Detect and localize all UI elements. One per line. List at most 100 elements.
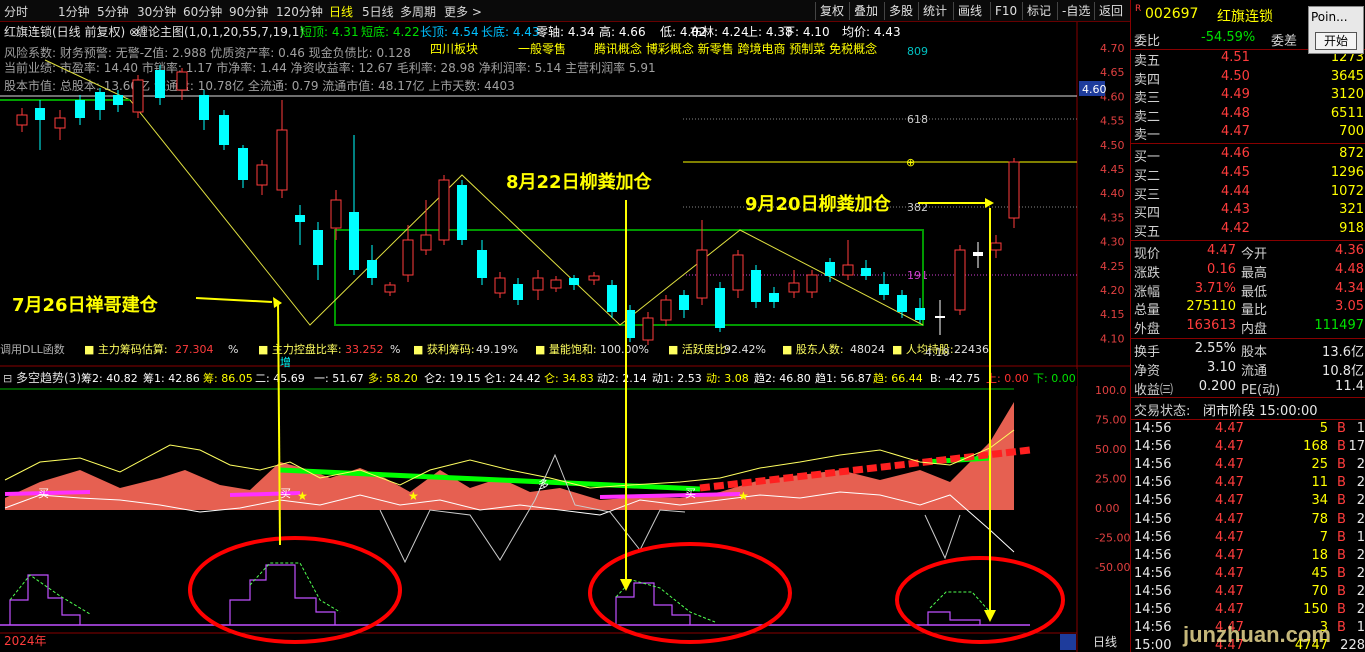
sub-tick: 50.00 bbox=[1095, 443, 1127, 456]
sub-marker-buy-3: 买 bbox=[685, 487, 696, 500]
current-price-tag-label: 4.60 bbox=[1082, 83, 1107, 96]
quote-value: 3.71% bbox=[1194, 280, 1236, 296]
top-stats: 短顶: 4.31 短底: 4.22 长顶: 4.54 长底: 4.43零轴: 4.34… bbox=[300, 24, 901, 39]
sub-value-15: B: -42.75 bbox=[930, 372, 980, 385]
tick-side: B bbox=[1337, 602, 1346, 617]
stat-label: 换手 bbox=[1134, 345, 1161, 360]
sub-value-16: 上: 0.00 bbox=[986, 372, 1029, 385]
candle-body bbox=[95, 92, 105, 110]
toolbar-button-8[interactable]: 返回 bbox=[1094, 2, 1127, 20]
period-tab-10[interactable]: 更多 > bbox=[444, 3, 482, 20]
quote-label: 内盘 bbox=[1241, 322, 1268, 338]
tick-count: 2 bbox=[1356, 493, 1365, 509]
toolbar-button-1[interactable]: 叠加 bbox=[849, 2, 882, 20]
price-tick: 4.55 bbox=[1100, 115, 1125, 128]
toolbar-button-6[interactable]: 标记 bbox=[1022, 2, 1055, 20]
scroll-button[interactable] bbox=[1060, 634, 1076, 650]
period-tab-5[interactable]: 90分钟 bbox=[229, 3, 268, 20]
tick-volume: 78 bbox=[1311, 511, 1328, 527]
sub-value-10: 动1: 2.53 bbox=[652, 372, 702, 385]
candle-body bbox=[990, 242, 1002, 251]
price-tick: 4.50 bbox=[1100, 139, 1125, 152]
chart-area[interactable]: 红旗连锁(日线 前复权) ⊗ 缠论主图(1,0,1,20,55,7,19,1) … bbox=[0, 22, 1130, 652]
tick-time: 14:56 bbox=[1134, 602, 1172, 617]
price-tick: 4.45 bbox=[1100, 163, 1125, 176]
annotation-arrow-1 bbox=[195, 297, 273, 303]
period-tab-4[interactable]: 60分钟 bbox=[183, 3, 222, 20]
candle-body bbox=[954, 249, 966, 311]
toolbar-button-0[interactable]: 复权 bbox=[815, 2, 848, 20]
r-badge: R bbox=[1135, 4, 1142, 14]
top-stat-10: 均价: 4.43 bbox=[842, 25, 901, 39]
tick-time: 14:56 bbox=[1134, 583, 1172, 599]
candle-body bbox=[751, 270, 761, 302]
toolbar-button-2[interactable]: 多股 bbox=[884, 2, 917, 20]
tick-volume: 25 bbox=[1311, 457, 1328, 473]
period-tab-3[interactable]: 30分钟 bbox=[137, 3, 176, 20]
tick-count: 2 bbox=[1356, 602, 1365, 617]
bid-label: 买五 bbox=[1134, 225, 1161, 241]
price-tick: 4.15 bbox=[1100, 308, 1125, 321]
dll-label-2: ■ 获利筹码: bbox=[413, 342, 475, 356]
bid-row: 买五 4.42 918 bbox=[1131, 221, 1365, 241]
stat-value: 3.10 bbox=[1207, 359, 1236, 375]
tick-time: 14:56 bbox=[1134, 457, 1172, 473]
quote-row: 涨幅 3.71% 最低 4.34 bbox=[1131, 280, 1365, 300]
tick-row: 14:56 4.47 78 B 2 bbox=[1131, 512, 1365, 530]
candle-body bbox=[238, 148, 248, 180]
trade-status-row: 交易状态: 闭市阶段 15:00:00 bbox=[1131, 400, 1365, 419]
period-tab-8[interactable]: 5日线 bbox=[362, 3, 394, 20]
tick-price: 4.47 bbox=[1215, 421, 1244, 436]
candle-body bbox=[420, 234, 432, 251]
toolbar-button-5[interactable]: F10 bbox=[990, 2, 1021, 20]
stat-label: 净资 bbox=[1134, 363, 1161, 379]
candle-body bbox=[915, 308, 925, 320]
quote-label: 最高 bbox=[1241, 265, 1268, 281]
quote-value: 163613 bbox=[1186, 318, 1236, 334]
tick-count: 2 bbox=[1356, 583, 1365, 599]
candle-body bbox=[973, 252, 983, 256]
toolbar-button-3[interactable]: 统计 bbox=[918, 2, 951, 20]
candle-body bbox=[825, 262, 835, 276]
stock-name: 红旗连锁 bbox=[1217, 9, 1273, 25]
tick-time: 14:56 bbox=[1134, 493, 1172, 509]
annotation-sep20: 9月20日柳粪加仓 bbox=[745, 193, 892, 215]
star-icon: ★ bbox=[297, 489, 308, 503]
tick-volume: 168 bbox=[1303, 439, 1328, 455]
period-tab-7[interactable]: 日线 bbox=[329, 3, 353, 20]
start-button[interactable]: 开始 bbox=[1315, 32, 1357, 50]
stat-row: 收益㈢ 0.200 PE(动) 11.4 bbox=[1131, 378, 1365, 398]
candle-body bbox=[1008, 161, 1020, 219]
trade-status-value: 闭市阶段 15:00:00 bbox=[1203, 404, 1318, 419]
quote-value: 4.36 bbox=[1335, 243, 1364, 258]
ask-label: 卖三 bbox=[1134, 91, 1161, 107]
chip-profile-4 bbox=[927, 611, 981, 625]
star-icon: ★ bbox=[738, 489, 749, 503]
sub-value-14: 趋: 66.44 bbox=[873, 372, 923, 385]
period-tab-1[interactable]: 1分钟 bbox=[58, 3, 90, 20]
candle-body bbox=[897, 295, 907, 312]
period-tab-0[interactable]: 分时 bbox=[4, 3, 28, 20]
tick-time: 14:56 bbox=[1134, 529, 1172, 545]
info-risk: 风险系数: 财务预警: 无警-Z值: 2.988 优质资产率: 0.46 现金负… bbox=[4, 45, 411, 60]
stat-label: 股本 bbox=[1241, 345, 1268, 360]
sub-value-4: 一: 51.67 bbox=[314, 372, 364, 385]
candle-body bbox=[199, 95, 209, 120]
tick-row: 14:56 4.47 5 B 1 bbox=[1131, 421, 1365, 439]
sub-value-1: 筹1: 42.86 bbox=[143, 371, 200, 385]
sub-value-9: 动2: 2.14 bbox=[597, 372, 647, 385]
sub-marker-buy-1: 买 bbox=[38, 487, 49, 500]
period-tab-6[interactable]: 120分钟 bbox=[276, 3, 323, 20]
period-tab-9[interactable]: 多周期 bbox=[400, 3, 436, 20]
period-label[interactable]: 日线 bbox=[1093, 635, 1117, 649]
sub-collapse-icon[interactable]: ⊟ bbox=[3, 372, 12, 385]
sub-tick: -50.00 bbox=[1095, 561, 1130, 574]
stat-value: 11.4 bbox=[1335, 378, 1364, 394]
tick-volume: 34 bbox=[1311, 493, 1328, 509]
period-tab-2[interactable]: 5分钟 bbox=[97, 3, 129, 20]
toolbar-button-4[interactable]: 画线 bbox=[953, 2, 986, 20]
tick-volume: 7 bbox=[1319, 529, 1328, 545]
tick-row: 14:56 4.47 11 B 2 bbox=[1131, 475, 1365, 493]
tick-price: 4.47 bbox=[1215, 439, 1244, 455]
toolbar-button-7[interactable]: -自选 bbox=[1057, 2, 1094, 20]
